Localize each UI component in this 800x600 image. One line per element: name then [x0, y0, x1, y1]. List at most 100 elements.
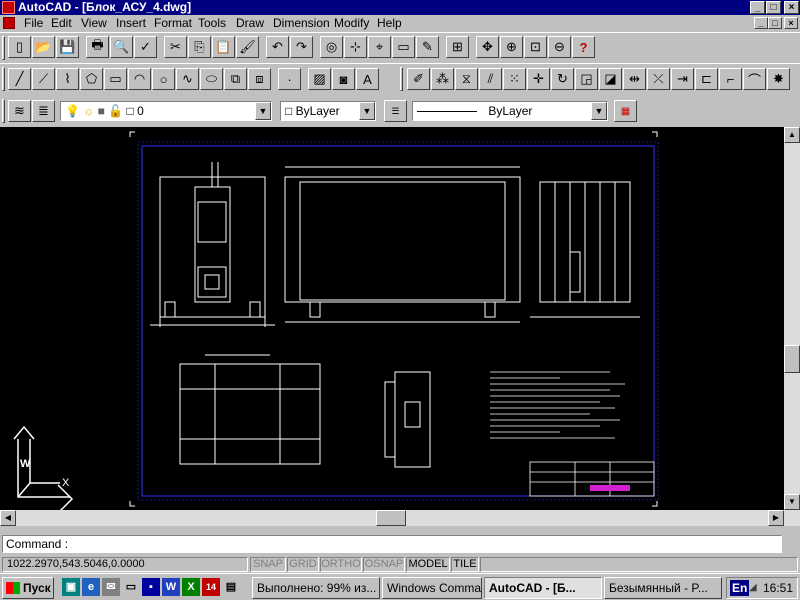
menu-view[interactable]: View — [81, 16, 107, 31]
fillet-icon[interactable]: ⌒ — [743, 68, 766, 90]
chevron-down-icon[interactable]: ▼ — [255, 102, 271, 120]
redo-icon[interactable]: ↷ — [290, 36, 313, 58]
line-icon[interactable]: ╱ — [8, 68, 31, 90]
scroll-up-icon[interactable]: ▲ — [784, 127, 800, 143]
lineweight-icon[interactable]: ▦ — [614, 100, 637, 122]
monitor-icon[interactable]: ▤ — [222, 578, 240, 596]
doc-minimize-button[interactable]: _ — [754, 17, 768, 29]
model-toggle[interactable]: MODEL — [406, 557, 450, 572]
scroll-right-icon[interactable]: ▶ — [768, 510, 784, 526]
ellipse-icon[interactable]: ⬭ — [200, 68, 223, 90]
save-icon[interactable]: 💾 — [56, 36, 79, 58]
menu-modify[interactable]: Modify — [334, 16, 369, 31]
vertical-scroll-thumb[interactable] — [784, 345, 800, 373]
word-icon[interactable]: W — [162, 578, 180, 596]
task-paint[interactable]: Безымянный - P... — [604, 577, 722, 599]
scroll-left-icon[interactable]: ◀ — [0, 510, 16, 526]
text-icon[interactable]: A — [356, 68, 379, 90]
drawing-canvas[interactable]: W X — [0, 127, 784, 510]
zoom-previous-icon[interactable]: ⊖ — [548, 36, 571, 58]
match-properties-icon[interactable]: 🖌 — [236, 36, 259, 58]
hatch-icon[interactable]: ▨ — [308, 68, 331, 90]
autocad-app-icon[interactable] — [2, 1, 15, 14]
menu-file[interactable]: File — [24, 16, 43, 31]
copy-object-icon[interactable]: ⁂ — [431, 68, 454, 90]
launch-browser-icon[interactable]: ◎ — [320, 36, 343, 58]
desktop-icon[interactable]: ▣ — [62, 578, 80, 596]
close-button[interactable]: × — [784, 1, 799, 14]
zoom-window-icon[interactable]: ⊡ — [524, 36, 547, 58]
start-button[interactable]: Пуск — [2, 577, 54, 599]
menu-draw[interactable]: Draw — [236, 16, 264, 31]
circle-icon[interactable]: ○ — [152, 68, 175, 90]
stretch-icon[interactable]: ◪ — [599, 68, 622, 90]
document-icon[interactable] — [3, 17, 15, 29]
spelling-icon[interactable]: ✓ — [134, 36, 157, 58]
maximize-button[interactable]: □ — [766, 1, 781, 14]
grid-toggle[interactable]: GRID — [287, 557, 319, 572]
rotate-icon[interactable]: ↻ — [551, 68, 574, 90]
scale-icon[interactable]: ◲ — [575, 68, 598, 90]
toolbar-grip[interactable] — [2, 67, 5, 91]
break-icon[interactable]: ⊏ — [695, 68, 718, 90]
help-icon[interactable]: ? — [572, 36, 595, 58]
ie-icon[interactable]: e — [82, 578, 100, 596]
pan-icon[interactable]: ✥ — [476, 36, 499, 58]
menu-edit[interactable]: Edit — [51, 16, 72, 31]
named-views-icon[interactable]: ▭ — [392, 36, 415, 58]
task-download[interactable]: Выполнено: 99% из... — [252, 577, 380, 599]
toolbar-grip[interactable] — [2, 36, 5, 60]
minimize-button[interactable]: _ — [750, 1, 765, 14]
linetype-combo[interactable]: ByLayer ▼ — [412, 101, 608, 121]
cut-icon[interactable]: ✂ — [164, 36, 187, 58]
offset-icon[interactable]: ⫽ — [479, 68, 502, 90]
layer-combo[interactable]: 💡 ☼ ■ 🔓 □ 0 ▼ — [60, 101, 272, 121]
trim-icon[interactable]: ⤫ — [647, 68, 670, 90]
command-input[interactable]: Command : — [2, 535, 782, 553]
point-icon[interactable]: · — [278, 68, 301, 90]
tile-toggle[interactable]: TILE — [451, 557, 479, 572]
lengthen-icon[interactable]: ⇹ — [623, 68, 646, 90]
horizontal-scrollbar[interactable]: ◀ ▶ — [0, 510, 800, 526]
spline-icon[interactable]: ∿ — [176, 68, 199, 90]
rectangle-icon[interactable]: ▭ — [104, 68, 127, 90]
properties-icon[interactable]: ✎ — [416, 36, 439, 58]
layers-icon[interactable]: ≋ — [8, 100, 31, 122]
zoom-realtime-icon[interactable]: ⊕ — [500, 36, 523, 58]
vertical-scrollbar[interactable]: ▲ ▼ — [784, 127, 800, 510]
undo-icon[interactable]: ↶ — [266, 36, 289, 58]
explode-icon[interactable]: ✸ — [767, 68, 790, 90]
move-icon[interactable]: ✛ — [527, 68, 550, 90]
copy-icon[interactable]: ⎘ — [188, 36, 211, 58]
open-icon[interactable]: 📂 — [32, 36, 55, 58]
snap-icon[interactable]: ⌖ — [368, 36, 391, 58]
print-preview-icon[interactable]: 🔍 — [110, 36, 133, 58]
osnap-toggle[interactable]: OSNAP — [363, 557, 405, 572]
arc-icon[interactable]: ◠ — [128, 68, 151, 90]
scroll-down-icon[interactable]: ▼ — [784, 494, 800, 510]
ucs-icon[interactable]: ⊞ — [446, 36, 469, 58]
language-indicator[interactable]: En — [730, 580, 750, 596]
paste-icon[interactable]: 📋 — [212, 36, 235, 58]
mirror-icon[interactable]: ⧖ — [455, 68, 478, 90]
menu-dimension[interactable]: Dimension — [273, 16, 330, 31]
toolbar-grip[interactable] — [2, 99, 5, 123]
drive-icon[interactable]: ▭ — [122, 578, 140, 596]
chevron-down-icon[interactable]: ▼ — [591, 102, 607, 120]
make-object-layer-current-icon[interactable]: ≣ — [32, 100, 55, 122]
chevron-down-icon[interactable]: ▼ — [359, 102, 375, 120]
save-icon[interactable]: ▪ — [142, 578, 160, 596]
menu-insert[interactable]: Insert — [116, 16, 146, 31]
autocad-icon[interactable]: 14 — [202, 578, 220, 596]
construction-line-icon[interactable]: ⟋ — [32, 68, 55, 90]
ortho-toggle[interactable]: ORTHO — [320, 557, 362, 572]
task-autocad[interactable]: AutoCAD - [Б... — [484, 577, 602, 599]
color-combo[interactable]: □ ByLayer ▼ — [280, 101, 376, 121]
doc-restore-button[interactable]: □ — [768, 17, 782, 29]
outlook-icon[interactable]: ✉ — [102, 578, 120, 596]
tracking-icon[interactable]: ⊹ — [344, 36, 367, 58]
polygon-icon[interactable]: ⬠ — [80, 68, 103, 90]
linetype-icon[interactable]: ☰ — [384, 100, 407, 122]
make-block-icon[interactable]: ⧈ — [248, 68, 271, 90]
erase-icon[interactable]: ✐ — [407, 68, 430, 90]
